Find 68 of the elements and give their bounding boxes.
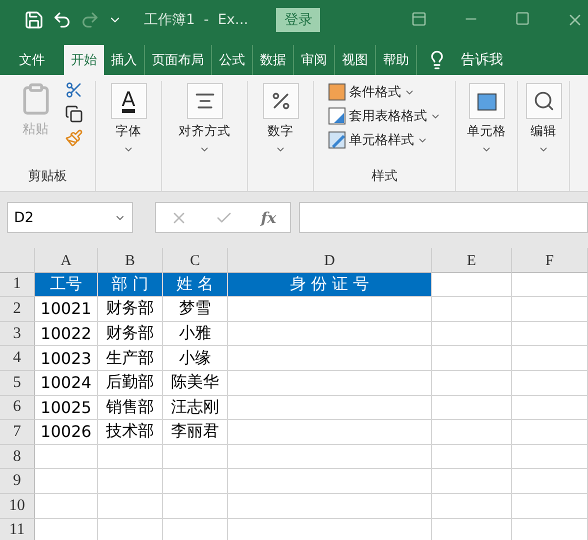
row-header[interactable]: 2 [0, 297, 35, 322]
table-cell: 李丽君 [163, 420, 228, 445]
column-header[interactable]: D [228, 248, 432, 273]
table-cell: 后勤部 [98, 370, 163, 396]
table-cell: 财务部 [98, 322, 163, 346]
table-cell: 销售部 [98, 396, 163, 420]
ribbon-button[interactable]: 编辑 [524, 81, 564, 157]
table-cell: 10024 [35, 370, 98, 396]
ribbon-button[interactable]: 数字 [260, 81, 300, 157]
table-style-icon [328, 107, 346, 125]
table-cell: 汪志刚 [163, 396, 228, 420]
row-header[interactable]: 10 [0, 494, 35, 519]
table-cell: 梦雪 [163, 297, 228, 322]
table-cell: 10023 [35, 346, 98, 371]
format-painter-icon[interactable] [64, 129, 82, 147]
cut-icon[interactable] [64, 81, 82, 99]
row-header[interactable]: 11 [0, 518, 35, 540]
table-cell: 小缘 [163, 346, 228, 371]
ribbon-tab[interactable]: 开始 [64, 45, 104, 75]
undo-icon[interactable] [52, 10, 72, 30]
table-cell: 小雅 [163, 322, 228, 346]
row-header[interactable]: 4 [0, 346, 35, 371]
window-title: 工作簿1 - Ex... [144, 11, 248, 29]
table-cell: 部 门 [98, 272, 163, 298]
conditional-format-icon [328, 83, 346, 101]
row-header[interactable]: 3 [0, 322, 35, 346]
column-header[interactable]: B [98, 248, 163, 273]
table-cell: 陈美华 [163, 370, 228, 396]
row-header[interactable]: 7 [0, 420, 35, 445]
maximize-icon[interactable] [515, 11, 530, 26]
group-label: 剪贴板 [28, 168, 67, 186]
ribbon-display-icon[interactable] [411, 11, 427, 27]
cell-style-icon [328, 131, 346, 149]
table-cell: 工号 [35, 272, 98, 298]
ribbon-tab[interactable]: 插入 [104, 45, 144, 75]
table-cell: 10025 [35, 396, 98, 420]
table-cell: 10026 [35, 420, 98, 445]
column-header[interactable]: C [163, 248, 228, 273]
redo-icon[interactable] [80, 10, 100, 30]
group-label: 样式 [372, 168, 398, 186]
ribbon-tab[interactable]: 文件 [12, 45, 52, 75]
ribbon-button[interactable]: A 字体 [108, 81, 148, 157]
style-menu-button[interactable]: 条件格式 [328, 81, 415, 103]
style-menu-button[interactable]: 单元格样式 [328, 129, 428, 151]
table-cell: 技术部 [98, 420, 163, 445]
table-cell: 财务部 [98, 297, 163, 322]
ribbon-button[interactable]: 对齐方式 [176, 81, 232, 157]
table-cell: 身 份 证 号 [228, 272, 432, 298]
table-cell: 姓 名 [163, 272, 228, 298]
row-header[interactable]: 9 [0, 469, 35, 494]
row-header[interactable]: 5 [0, 370, 35, 396]
style-menu-button[interactable]: 套用表格格式 [328, 105, 441, 127]
table-cell: 10021 [35, 297, 98, 322]
insert-function-button[interactable]: fx [260, 208, 276, 226]
formula-input[interactable] [299, 202, 588, 233]
search-icon [532, 90, 554, 112]
column-header[interactable]: A [35, 248, 98, 273]
table-cell: 生产部 [98, 346, 163, 371]
row-header[interactable]: 1 [0, 272, 35, 298]
column-header[interactable]: E [432, 248, 512, 273]
ribbon-button[interactable]: 单元格 [465, 81, 508, 157]
row-header[interactable]: 8 [0, 444, 35, 470]
column-header[interactable]: F [512, 248, 588, 273]
table-cell: 10022 [35, 322, 98, 346]
save-icon[interactable] [24, 10, 44, 30]
name-box[interactable]: D2 [7, 202, 133, 233]
row-header[interactable]: 6 [0, 396, 35, 420]
copy-icon[interactable] [64, 105, 82, 123]
